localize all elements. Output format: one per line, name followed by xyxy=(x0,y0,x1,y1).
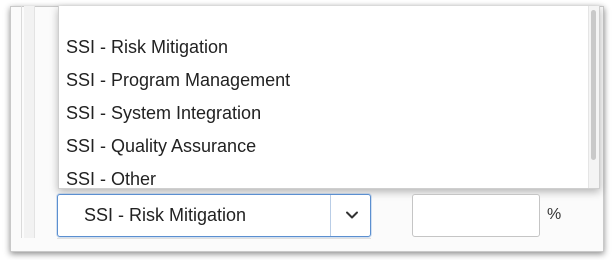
dropdown-option[interactable]: SSI - System Integration xyxy=(66,102,261,124)
dropdown-option[interactable]: SSI - Quality Assurance xyxy=(66,135,256,157)
select-divider xyxy=(330,195,331,236)
select-shadow-line xyxy=(57,238,371,239)
scrollbar-thumb[interactable] xyxy=(591,10,596,160)
percent-sign: % xyxy=(547,206,562,223)
dropdown-list: SSI - Risk Mitigation SSI - Program Mana… xyxy=(58,6,600,189)
dropdown-option[interactable]: SSI - Program Management xyxy=(66,69,290,91)
percent-input[interactable] xyxy=(412,194,540,237)
panel-edge xyxy=(21,6,22,238)
dropdown-scrollbar[interactable] xyxy=(588,6,599,188)
dropdown-option[interactable]: SSI - Risk Mitigation xyxy=(66,36,228,58)
panel-strip xyxy=(24,6,35,238)
dropdown-option[interactable]: SSI - Other xyxy=(66,168,156,190)
select-value: SSI - Risk Mitigation xyxy=(84,205,247,225)
chevron-down-icon[interactable] xyxy=(345,208,359,222)
category-select[interactable]: SSI - Risk Mitigation xyxy=(57,194,371,237)
